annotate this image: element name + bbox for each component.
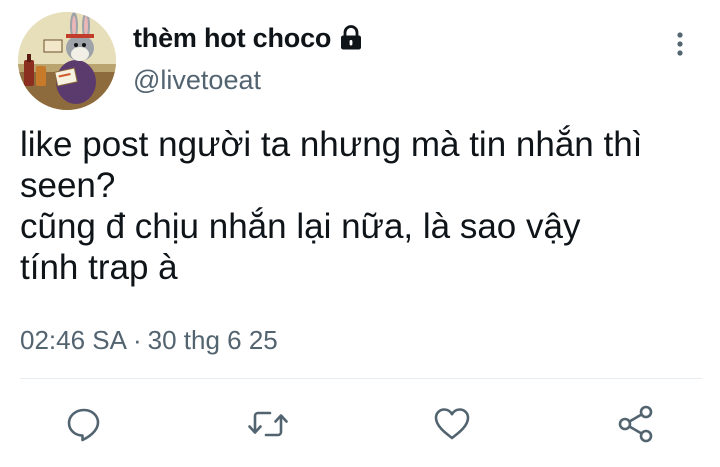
user-handle[interactable]: @livetoeat [133,62,261,98]
display-name-row: thèm hot choco [133,20,363,56]
tweet-text-line: like post người ta nhưng mà tin nhắn thì [20,125,643,164]
retweet-icon [248,411,288,437]
cartoon-bunny-avatar-icon [18,12,116,110]
reply-icon [67,408,100,442]
lock-icon [339,25,363,51]
tweet-timestamp[interactable]: 02:46 SA · 30 thg 6 25 [20,322,278,358]
more-options-icon[interactable] [670,28,690,60]
tweet-text: like post người ta nhưng mà tin nhắn thì… [20,124,710,288]
tweet-date: 30 thg 6 25 [147,325,278,355]
tweet-text-line: tính trap à [20,248,178,287]
tweet-card: thèm hot choco @livetoeat like post ngườ… [0,0,720,467]
display-name[interactable]: thèm hot choco [133,20,331,56]
reply-button[interactable] [60,400,108,448]
tweet-text-line: seen? [20,166,116,205]
like-icon [434,408,470,440]
like-button[interactable] [428,400,476,448]
tweet-text-line: cũng đ chịu nhắn lại nữa, là sao vậy [20,207,581,246]
avatar[interactable] [18,12,116,110]
meta-separator: · [132,325,142,355]
share-icon [618,405,653,443]
retweet-button[interactable] [244,400,292,448]
divider [20,378,702,379]
tweet-time: 02:46 SA [20,325,127,355]
share-button[interactable] [612,400,660,448]
